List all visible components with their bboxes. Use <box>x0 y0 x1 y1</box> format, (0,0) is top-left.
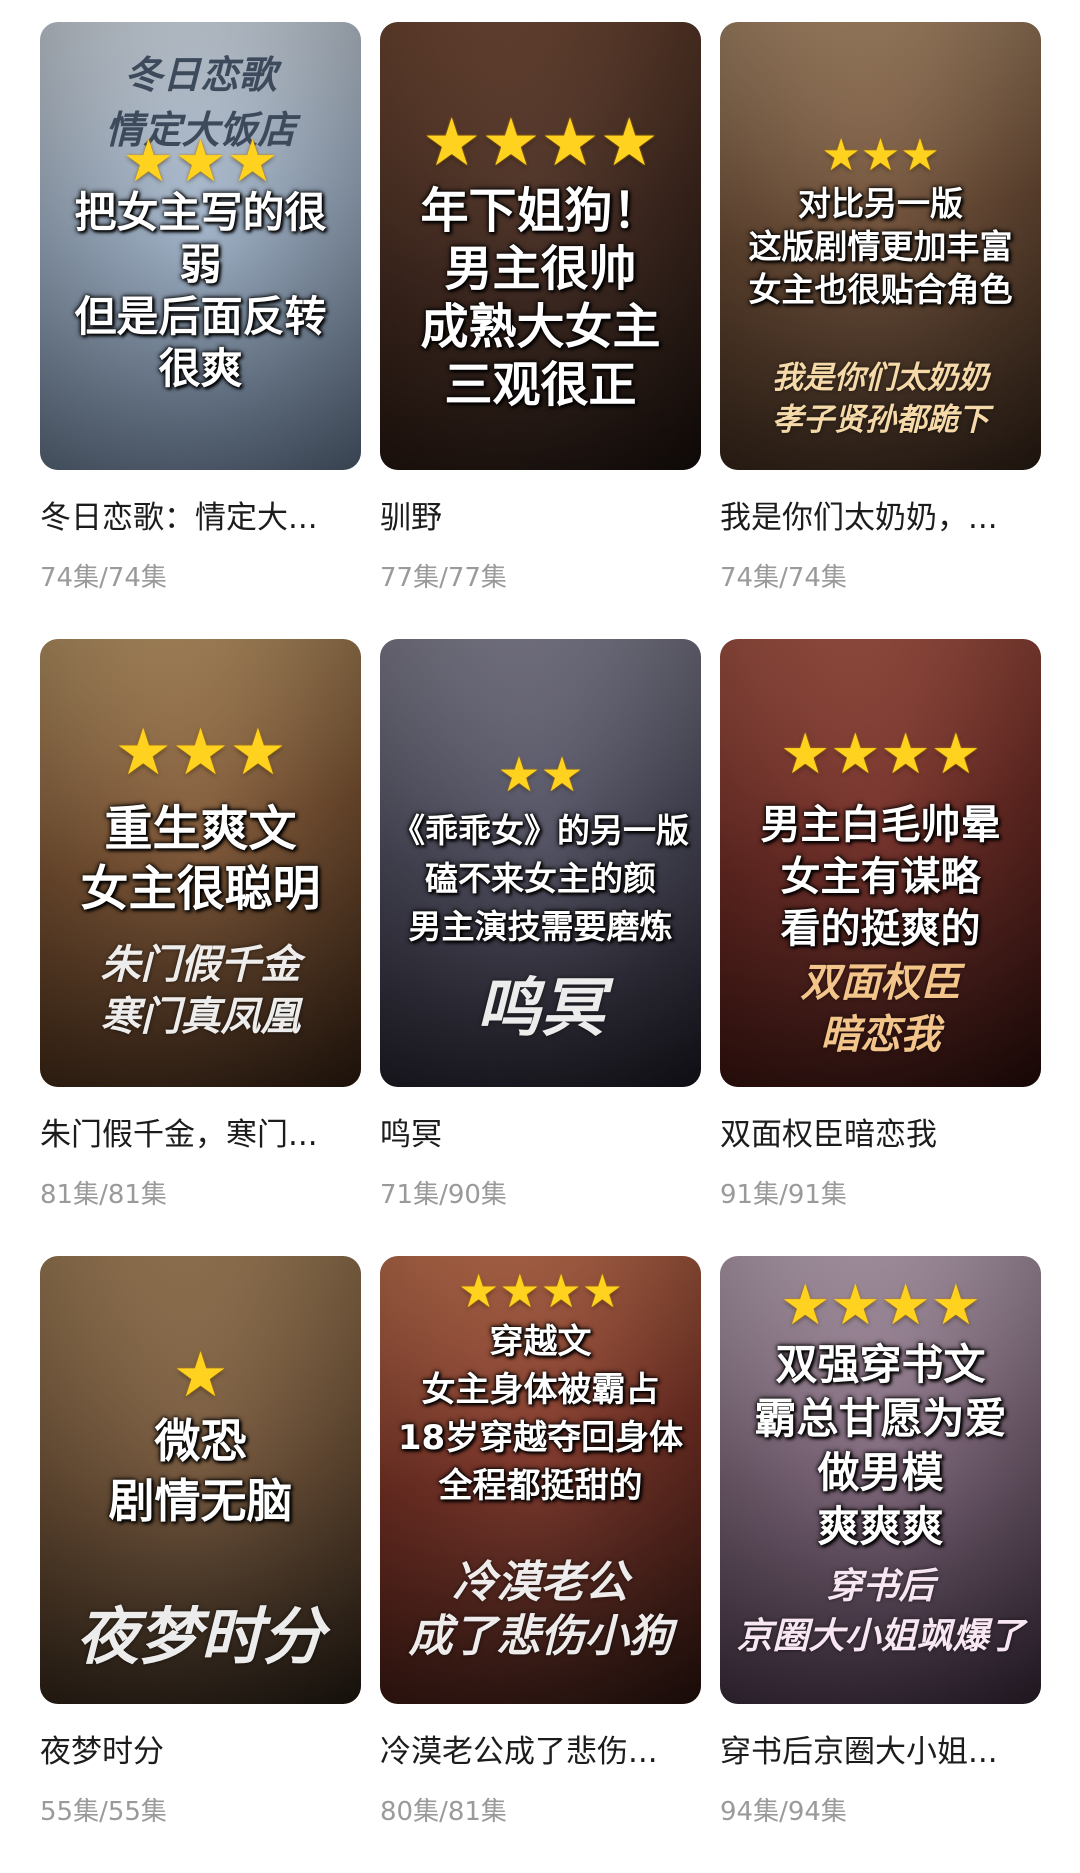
review-overlay: 年下姐狗！ 男主很帅 成熟大女主 三观很正 <box>420 183 661 413</box>
episode-count: 71集/90集 <box>380 1180 507 1210</box>
review-overlay: 重生爽文 女主很聪明 <box>80 801 321 917</box>
poster-title: 穿书后 京圈大小姐飒爆了 <box>736 1565 1025 1657</box>
rating-stars: ★★★★ <box>780 1273 981 1338</box>
episode-count: 94集/94集 <box>720 1797 847 1827</box>
drama-title[interactable]: 我是你们太奶奶，... <box>720 492 1041 537</box>
rating-stars: ★★ <box>497 747 584 803</box>
episode-count: 74集/74集 <box>720 563 847 593</box>
episode-count: 74集/74集 <box>40 563 167 593</box>
drama-title[interactable]: 夜梦时分 <box>40 1726 361 1771</box>
review-overlay: 《乖乖女》的另一版 磕不来女主的颜 男主演技需要磨炼 <box>392 811 689 946</box>
review-overlay: 对比另一版 这版剧情更加丰富 女主也很贴合角色 <box>748 184 1013 309</box>
rating-stars: ★★★★ <box>458 1264 623 1318</box>
drama-cover[interactable]: ★★ 《乖乖女》的另一版 磕不来女主的颜 男主演技需要磨炼 鸣冥 <box>380 639 701 1087</box>
poster-title: 朱门假千金 寒门真凤凰 <box>100 941 301 1040</box>
drama-grid: 冬日恋歌 情定大饭店 ★★★ 把女主写的很 弱 但是后面反转 很爽 冬日恋歌：情… <box>40 22 1041 1873</box>
episode-count: 55集/55集 <box>40 1797 167 1827</box>
review-overlay: 男主白毛帅晕 女主有谋略 看的挺爽的 <box>760 802 1001 952</box>
drama-cover[interactable]: ★ 微恐 剧情无脑 夜梦时分 <box>40 1256 361 1704</box>
drama-cover[interactable]: ★★★★ 穿越文 女主身体被霸占 18岁穿越夺回身体 全程都挺甜的 冷漠老公 成… <box>380 1256 701 1704</box>
rating-stars: ★★★★ <box>780 722 981 787</box>
episode-count: 80集/81集 <box>380 1797 507 1827</box>
drama-cover[interactable]: ★★★★ 年下姐狗！ 男主很帅 成熟大女主 三观很正 <box>380 22 701 470</box>
drama-cover[interactable]: ★★★★ 男主白毛帅晕 女主有谋略 看的挺爽的 双面权臣 暗恋我 <box>720 639 1041 1087</box>
drama-cover[interactable]: 冬日恋歌 情定大饭店 ★★★ 把女主写的很 弱 但是后面反转 很爽 <box>40 22 361 470</box>
review-overlay: 穿越文 女主身体被霸占 18岁穿越夺回身体 全程都挺甜的 <box>397 1322 684 1506</box>
drama-card[interactable]: ★★★★ 穿越文 女主身体被霸占 18岁穿越夺回身体 全程都挺甜的 冷漠老公 成… <box>380 1256 701 1873</box>
drama-card[interactable]: 冬日恋歌 情定大饭店 ★★★ 把女主写的很 弱 但是后面反转 很爽 冬日恋歌：情… <box>40 22 361 639</box>
drama-card[interactable]: ★★ 《乖乖女》的另一版 磕不来女主的颜 男主演技需要磨炼 鸣冥 鸣冥 71集/… <box>380 639 701 1256</box>
drama-cover[interactable]: ★★★ 重生爽文 女主很聪明 朱门假千金 寒门真凤凰 <box>40 639 361 1087</box>
drama-title[interactable]: 穿书后京圈大小姐... <box>720 1726 1041 1771</box>
review-overlay: 把女主写的很 弱 但是后面反转 很爽 <box>74 188 327 393</box>
poster-title: 夜梦时分 <box>76 1600 325 1673</box>
drama-title[interactable]: 冷漠老公成了悲伤... <box>380 1726 701 1771</box>
rating-stars: ★★★ <box>114 716 287 790</box>
drama-cover[interactable]: ★★★★ 双强穿书文 霸总甘愿为爱 做男模 爽爽爽 穿书后 京圈大小姐飒爆了 <box>720 1256 1041 1704</box>
drama-card[interactable]: ★★★ 重生爽文 女主很聪明 朱门假千金 寒门真凤凰 朱门假千金，寒门... 8… <box>40 639 361 1256</box>
episode-count: 81集/81集 <box>40 1180 167 1210</box>
drama-card[interactable]: ★★★★ 男主白毛帅晕 女主有谋略 看的挺爽的 双面权臣 暗恋我 双面权臣暗恋我… <box>720 639 1041 1256</box>
poster-title: 我是你们太奶奶 孝子贤孙都跪下 <box>772 360 989 438</box>
rating-stars: ★★★ <box>122 127 279 195</box>
drama-title[interactable]: 朱门假千金，寒门... <box>40 1109 361 1154</box>
drama-card[interactable]: ★★★ 对比另一版 这版剧情更加丰富 女主也很贴合角色 我是你们太奶奶 孝子贤孙… <box>720 22 1041 639</box>
drama-cover[interactable]: ★★★ 对比另一版 这版剧情更加丰富 女主也很贴合角色 我是你们太奶奶 孝子贤孙… <box>720 22 1041 470</box>
rating-stars: ★★★ <box>821 130 940 181</box>
rating-stars: ★★★★ <box>422 104 659 181</box>
drama-title[interactable]: 鸣冥 <box>380 1109 701 1154</box>
drama-card[interactable]: ★★★★ 双强穿书文 霸总甘愿为爱 做男模 爽爽爽 穿书后 京圈大小姐飒爆了 穿… <box>720 1256 1041 1873</box>
drama-title[interactable]: 双面权臣暗恋我 <box>720 1109 1041 1154</box>
poster-title: 冷漠老公 成了悲伤小狗 <box>408 1557 673 1662</box>
drama-card[interactable]: ★ 微恐 剧情无脑 夜梦时分 夜梦时分 55集/55集 <box>40 1256 361 1873</box>
drama-card[interactable]: ★★★★ 年下姐狗！ 男主很帅 成熟大女主 三观很正 驯野 77集/77集 <box>380 22 701 639</box>
drama-title[interactable]: 驯野 <box>380 492 701 537</box>
episode-count: 77集/77集 <box>380 563 507 593</box>
review-overlay: 双强穿书文 霸总甘愿为爱 做男模 爽爽爽 <box>754 1340 1007 1551</box>
episode-count: 91集/91集 <box>720 1180 847 1210</box>
poster-title: 鸣冥 <box>476 971 605 1046</box>
review-overlay: 微恐 剧情无脑 <box>108 1414 293 1528</box>
drama-title[interactable]: 冬日恋歌：情定大... <box>40 492 361 537</box>
poster-title: 双面权臣 暗恋我 <box>800 959 961 1058</box>
rating-stars: ★ <box>172 1338 229 1411</box>
